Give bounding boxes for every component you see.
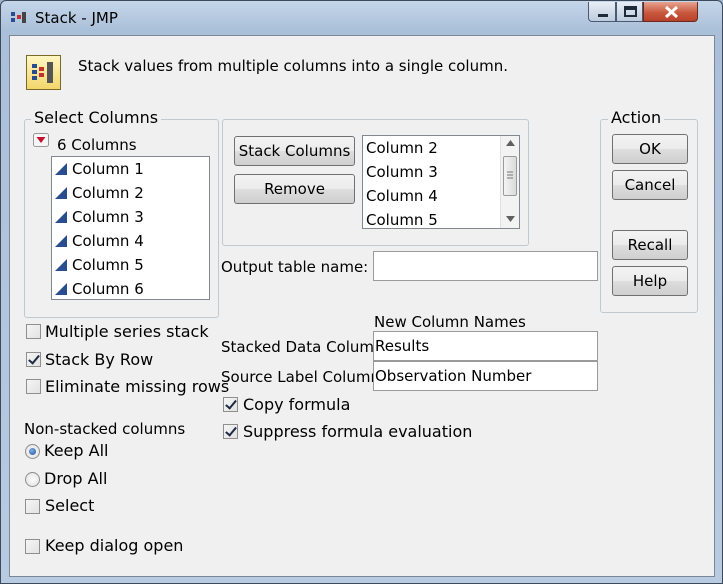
stack-by-row-label[interactable]: Stack By Row: [45, 350, 153, 369]
continuous-column-icon: [55, 211, 67, 223]
stacked-data-column-input[interactable]: Results: [373, 331, 598, 361]
list-item[interactable]: Column 2: [366, 136, 519, 160]
list-item[interactable]: Column 4: [54, 229, 209, 253]
multiple-series-stack-label[interactable]: Multiple series stack: [45, 322, 209, 341]
columns-listbox[interactable]: Column 1 Column 2 Column 3 Column 4 Colu…: [51, 156, 210, 300]
help-button[interactable]: Help: [612, 266, 688, 296]
title-bar[interactable]: Stack - JMP: [1, 1, 722, 35]
recall-button[interactable]: Recall: [612, 230, 688, 260]
window-title: Stack - JMP: [35, 9, 118, 27]
list-item[interactable]: Column 3: [366, 160, 519, 184]
list-item[interactable]: Column 5: [366, 208, 519, 228]
output-table-name-input[interactable]: [373, 251, 598, 281]
stack-platform-icon: [26, 55, 61, 90]
select-checkbox[interactable]: [25, 499, 40, 514]
close-icon: [664, 5, 679, 19]
stack-app-icon: [11, 12, 26, 23]
list-item[interactable]: Column 1: [54, 157, 209, 181]
non-stacked-columns-heading: Non-stacked columns: [24, 420, 186, 438]
list-item[interactable]: Column 3: [54, 205, 209, 229]
dropdown-menu-icon[interactable]: [33, 133, 49, 147]
list-scrollbar[interactable]: [500, 136, 519, 228]
select-columns-title: Select Columns: [31, 108, 162, 127]
output-table-label: Output table name:: [221, 258, 369, 276]
stack-columns-button[interactable]: Stack Columns: [234, 136, 355, 166]
cancel-button[interactable]: Cancel: [612, 170, 688, 200]
action-title: Action: [608, 108, 665, 127]
list-item[interactable]: Column 6: [54, 277, 209, 299]
source-label-column-label: Source Label Column: [221, 368, 380, 386]
minimize-button[interactable]: [588, 2, 616, 22]
keep-all-label[interactable]: Keep All: [44, 441, 108, 460]
keep-dialog-open-label[interactable]: Keep dialog open: [45, 536, 183, 555]
scroll-thumb[interactable]: [503, 156, 517, 196]
continuous-column-icon: [55, 187, 67, 199]
continuous-column-icon: [55, 259, 67, 271]
copy-formula-checkbox[interactable]: [223, 397, 238, 412]
keep-all-radio[interactable]: [25, 444, 40, 459]
copy-formula-label[interactable]: Copy formula: [243, 395, 350, 414]
new-column-names-heading: New Column Names: [374, 313, 526, 331]
minimize-icon: [598, 14, 608, 17]
remove-button[interactable]: Remove: [234, 174, 355, 204]
dialog-window: Stack - JMP Stack values from multiple c…: [0, 0, 723, 584]
stack-columns-listbox[interactable]: Column 2 Column 3 Column 4 Column 5: [362, 135, 520, 229]
scroll-up-icon[interactable]: [506, 140, 515, 146]
drop-all-label[interactable]: Drop All: [44, 469, 107, 488]
maximize-icon: [624, 6, 637, 17]
eliminate-missing-rows-label[interactable]: Eliminate missing rows: [45, 377, 229, 396]
continuous-column-icon: [55, 163, 67, 175]
dialog-body: Stack values from multiple columns into …: [9, 35, 715, 577]
drop-all-radio[interactable]: [25, 472, 40, 487]
suppress-formula-evaluation-checkbox[interactable]: [223, 424, 238, 439]
multiple-series-stack-checkbox[interactable]: [26, 324, 41, 339]
eliminate-missing-rows-checkbox[interactable]: [26, 379, 41, 394]
list-item[interactable]: Column 5: [54, 253, 209, 277]
suppress-formula-evaluation-label[interactable]: Suppress formula evaluation: [243, 422, 472, 441]
list-item[interactable]: Column 2: [54, 181, 209, 205]
source-label-column-input[interactable]: Observation Number: [373, 361, 598, 391]
scroll-down-icon[interactable]: [506, 216, 515, 222]
ok-button[interactable]: OK: [612, 134, 688, 164]
keep-dialog-open-checkbox[interactable]: [25, 539, 40, 554]
stack-by-row-checkbox[interactable]: [26, 352, 41, 367]
list-item[interactable]: Column 4: [366, 184, 519, 208]
stack-columns-icon: [32, 62, 53, 83]
close-button[interactable]: [643, 2, 698, 22]
maximize-button[interactable]: [616, 2, 643, 22]
description-text: Stack values from multiple columns into …: [78, 57, 508, 75]
stacked-data-column-label: Stacked Data Column: [221, 338, 384, 356]
column-count-label: 6 Columns: [57, 136, 137, 154]
continuous-column-icon: [55, 283, 67, 295]
grip-icon: [507, 171, 513, 179]
select-label[interactable]: Select: [45, 496, 94, 515]
continuous-column-icon: [55, 235, 67, 247]
